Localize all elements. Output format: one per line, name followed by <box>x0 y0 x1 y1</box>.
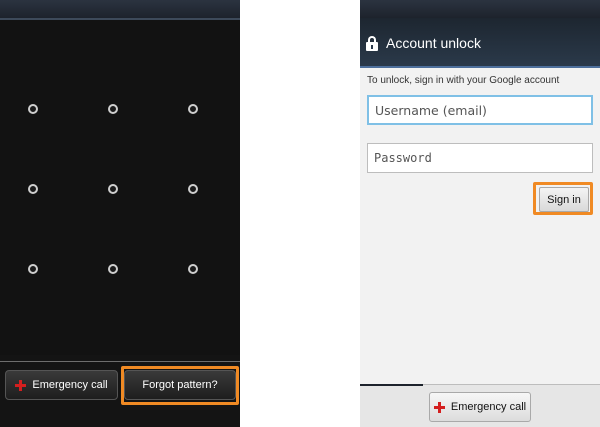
emergency-call-label: Emergency call <box>450 401 527 413</box>
pattern-dot[interactable] <box>188 264 198 274</box>
page-title: Account unlock <box>386 35 481 51</box>
status-bar-divider <box>0 18 240 20</box>
pattern-dot[interactable] <box>188 184 198 194</box>
forgot-pattern-highlight <box>121 366 239 405</box>
bottom-bar-accent <box>360 384 423 386</box>
password-input[interactable] <box>367 143 593 173</box>
pattern-dot[interactable] <box>108 184 118 194</box>
title-bar: Account unlock <box>360 18 600 68</box>
pattern-dot[interactable] <box>108 264 118 274</box>
pattern-dot[interactable] <box>28 184 38 194</box>
unlock-pattern-grid[interactable] <box>0 70 240 310</box>
pattern-dot[interactable] <box>28 104 38 114</box>
pattern-dot[interactable] <box>28 264 38 274</box>
pattern-lock-screen: Emergency call Forgot pattern? <box>0 0 240 427</box>
title-bar-divider <box>360 66 600 68</box>
bottom-bar-divider <box>0 361 240 362</box>
pattern-dot[interactable] <box>108 104 118 114</box>
lock-icon <box>366 35 378 51</box>
status-bar <box>0 0 240 18</box>
emergency-call-button[interactable]: Emergency call <box>429 392 531 422</box>
sign-in-highlight <box>533 182 593 215</box>
screenshot-stage: Emergency call Forgot pattern? Account u… <box>0 0 600 427</box>
status-bar <box>360 0 600 18</box>
username-input[interactable] <box>367 95 593 125</box>
pattern-dot[interactable] <box>188 104 198 114</box>
red-cross-icon <box>15 379 27 391</box>
emergency-call-button[interactable]: Emergency call <box>5 370 118 400</box>
emergency-call-label: Emergency call <box>32 379 108 391</box>
red-cross-icon <box>433 401 445 413</box>
instructions-text: To unlock, sign in with your Google acco… <box>367 75 560 86</box>
